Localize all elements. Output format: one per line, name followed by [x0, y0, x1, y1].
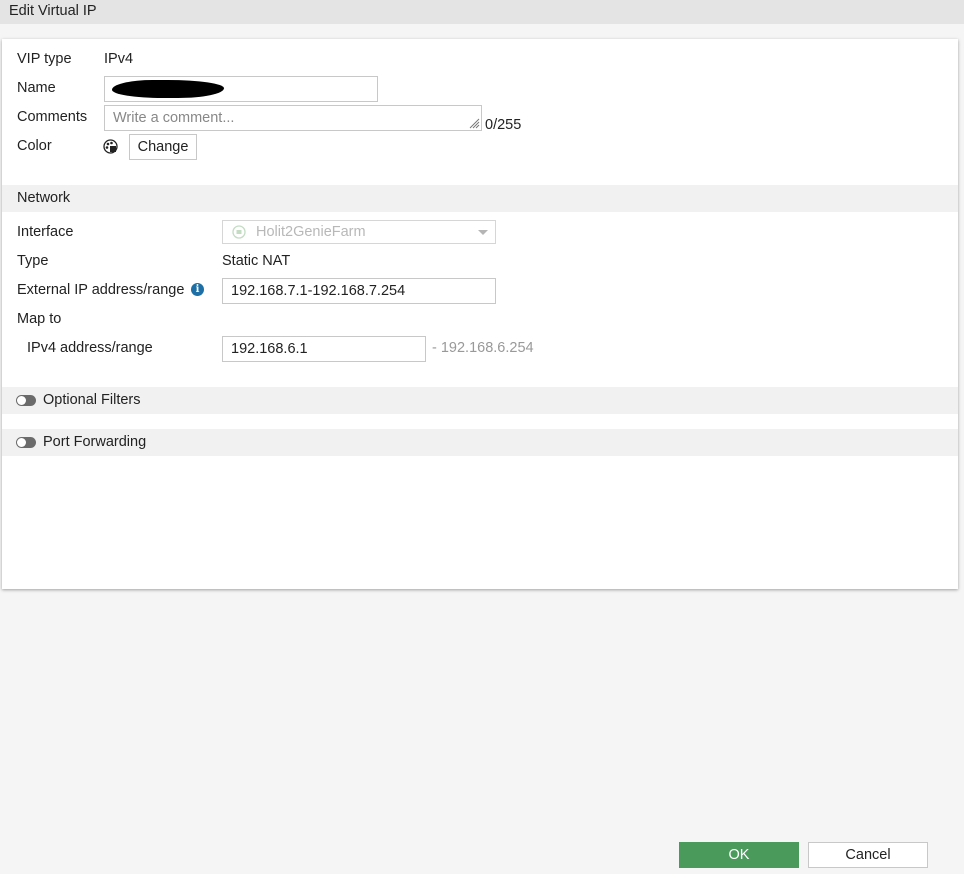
type-value: Static NAT — [222, 253, 291, 269]
network-section-title: Network — [17, 190, 71, 206]
optional-filters-section: Optional Filters — [2, 387, 958, 414]
resize-grip-icon[interactable] — [468, 117, 480, 129]
ok-button[interactable]: OK — [679, 842, 799, 868]
port-forwarding-toggle[interactable] — [16, 437, 36, 448]
port-forwarding-section: Port Forwarding — [2, 429, 958, 456]
network-section-header: Network — [2, 185, 958, 212]
external-ip-input[interactable]: 192.168.7.1-192.168.7.254 — [222, 278, 496, 304]
port-forwarding-label: Port Forwarding — [43, 434, 147, 450]
ipv4-range-end: - 192.168.6.254 — [432, 340, 534, 356]
comments-textarea[interactable]: Write a comment... — [104, 105, 482, 131]
vip-type-value: IPv4 — [104, 51, 134, 67]
info-icon[interactable]: i — [191, 283, 204, 296]
map-to-label: Map to — [17, 311, 62, 327]
dialog-title: Edit Virtual IP — [9, 3, 97, 19]
redacted-name-value — [112, 80, 224, 98]
vip-type-label: VIP type — [17, 51, 72, 67]
interface-status-icon — [232, 225, 246, 239]
comments-char-count: 0/255 — [485, 117, 522, 133]
color-label: Color — [17, 138, 52, 154]
chevron-down-icon — [478, 230, 488, 235]
interface-select[interactable]: Holit2GenieFarm — [222, 220, 496, 244]
external-ip-label: External IP address/range — [17, 282, 185, 298]
cancel-button[interactable]: Cancel — [808, 842, 928, 868]
vip-form-panel: VIP type IPv4 Name Comments Write a comm… — [2, 39, 958, 589]
optional-filters-toggle[interactable] — [16, 395, 36, 406]
comments-label: Comments — [17, 109, 88, 125]
ipv4-range-input[interactable]: 192.168.6.1 — [222, 336, 426, 362]
dialog-title-bar: Edit Virtual IP — [0, 0, 964, 24]
optional-filters-label: Optional Filters — [43, 392, 141, 408]
color-palette-icon — [103, 139, 118, 154]
interface-value: Holit2GenieFarm — [256, 224, 366, 240]
interface-label: Interface — [17, 224, 74, 240]
color-change-button[interactable]: Change — [129, 134, 197, 160]
ipv4-range-label: IPv4 address/range — [27, 340, 153, 356]
name-label: Name — [17, 80, 56, 96]
name-input[interactable] — [104, 76, 378, 102]
comments-placeholder: Write a comment... — [113, 110, 235, 126]
type-label: Type — [17, 253, 49, 269]
